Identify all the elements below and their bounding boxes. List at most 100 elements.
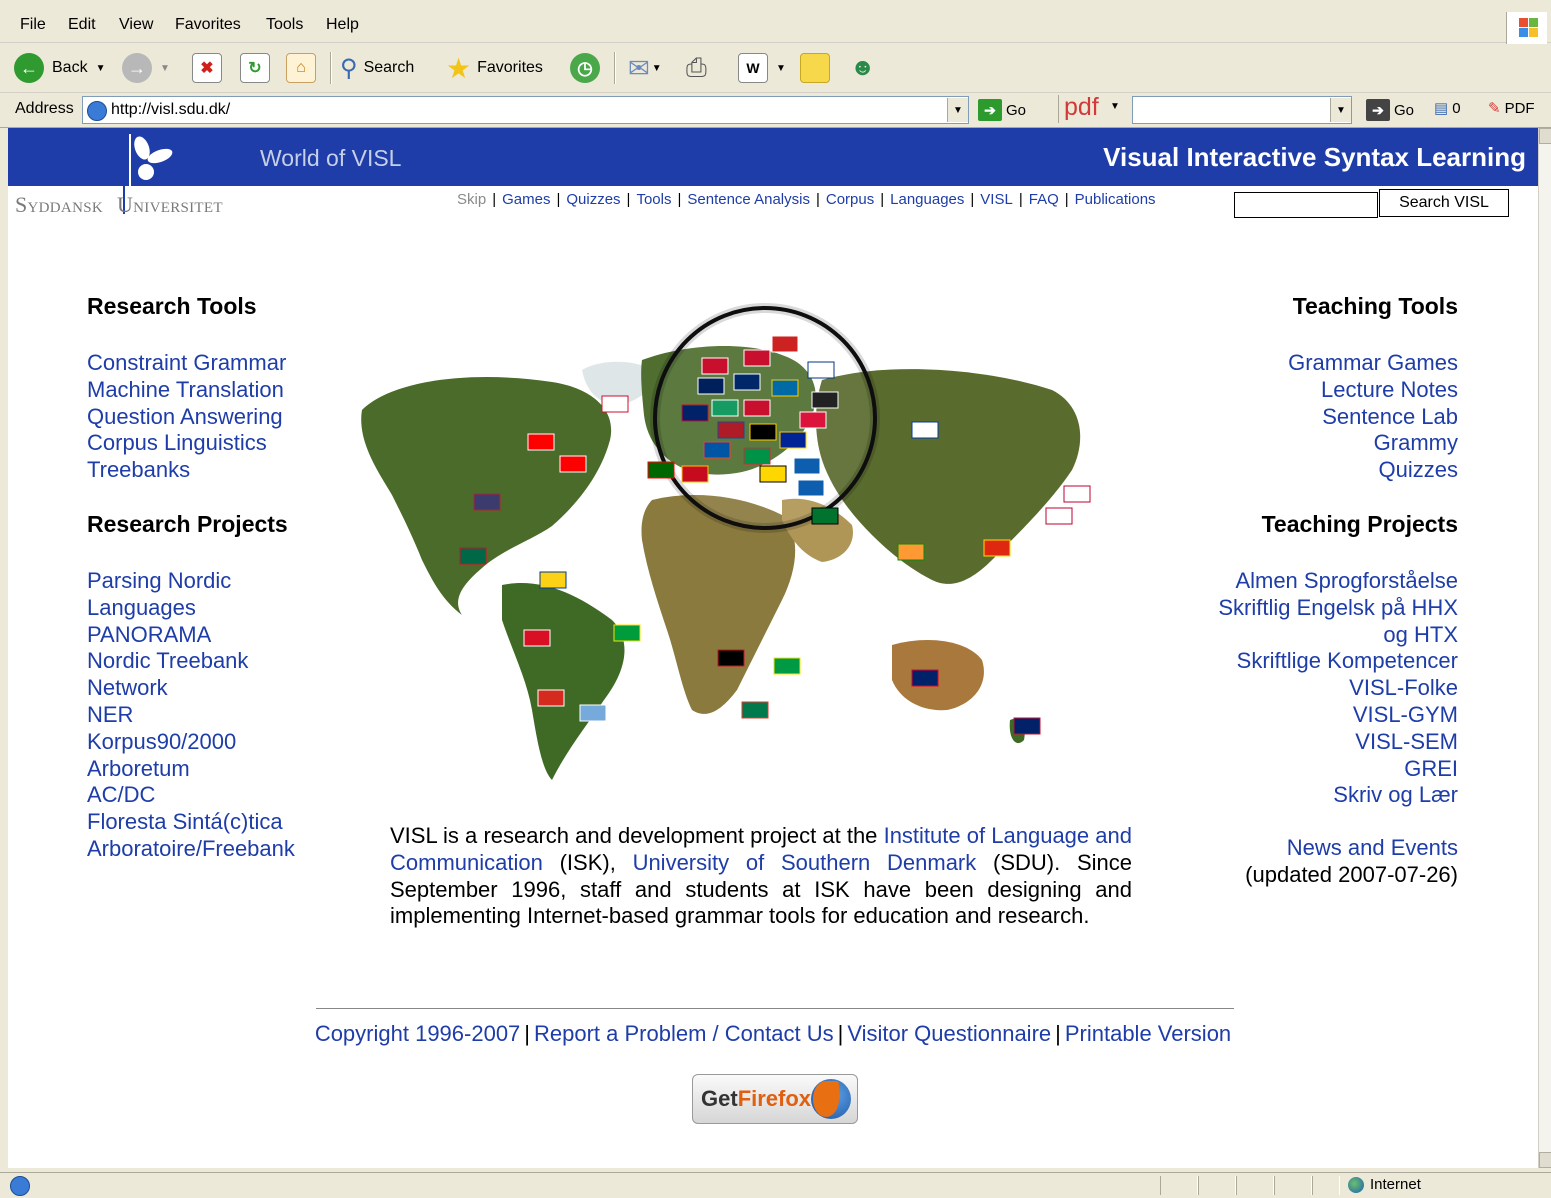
search-button[interactable]: ⚲ Search (340, 50, 414, 86)
nav-quizzes[interactable]: Quizzes (566, 191, 620, 208)
link-skriv-og-laer[interactable]: Skriv og Lær (1218, 782, 1458, 809)
link-ac-dc[interactable]: AC/DC (87, 782, 295, 809)
vertical-scrollbar[interactable] (1538, 128, 1551, 1168)
history-button[interactable]: ◷ (570, 50, 600, 86)
nav-corpus[interactable]: Corpus (826, 191, 874, 208)
map-flag (743, 399, 771, 417)
pdf-search-dropdown-icon[interactable]: ▼ (1330, 98, 1351, 122)
security-zone[interactable]: Internet (1348, 1176, 1421, 1193)
menu-tools[interactable]: Tools (266, 16, 303, 34)
link-visl-sem[interactable]: VISL-SEM (1218, 729, 1458, 756)
address-field[interactable]: http://visl.sdu.dk/ ▼ (82, 96, 969, 124)
menu-help[interactable]: Help (326, 16, 359, 34)
pdf-icon: ✎ (1488, 100, 1501, 117)
link-grammar-games[interactable]: Grammar Games (1288, 350, 1458, 377)
link-treebanks[interactable]: Treebanks (87, 457, 286, 484)
mail-dropdown-icon[interactable]: ▼ (652, 63, 662, 74)
scroll-down-arrow-icon[interactable] (1539, 1152, 1551, 1168)
nav-tools[interactable]: Tools (636, 191, 671, 208)
menu-edit[interactable]: Edit (68, 16, 96, 34)
link-panorama[interactable]: PANORAMA (87, 622, 295, 649)
sdu-logo-icon[interactable] (126, 134, 182, 186)
map-flag (601, 395, 629, 413)
favorites-button[interactable]: ★ Favorites (446, 50, 543, 86)
link-grei[interactable]: GREI (1218, 756, 1458, 783)
menu-favorites[interactable]: Favorites (175, 16, 241, 34)
link-question-answering[interactable]: Question Answering (87, 404, 286, 431)
site-search-input[interactable] (1234, 192, 1378, 218)
menu-view[interactable]: View (119, 16, 153, 34)
mail-button[interactable]: ✉ ▼ (628, 50, 662, 86)
map-flag (911, 421, 939, 439)
link-grammy[interactable]: Grammy (1288, 430, 1458, 457)
get-firefox-button[interactable]: GetFirefox (692, 1074, 858, 1124)
scroll-up-arrow-icon[interactable] (1539, 128, 1551, 144)
forward-button[interactable]: → ▼ (122, 50, 170, 86)
stop-button[interactable]: ✖ (192, 50, 222, 86)
menu-file[interactable]: File (20, 16, 46, 34)
go-button[interactable]: ➔ Go (978, 99, 1026, 121)
link-network[interactable]: Network (87, 675, 295, 702)
link-languages[interactable]: Languages (87, 595, 295, 622)
nav-publications[interactable]: Publications (1075, 191, 1156, 208)
link-almen-sprogforstaelse[interactable]: Almen Sprogforståelse (1218, 568, 1458, 595)
link-visl-folke[interactable]: VISL-Folke (1218, 675, 1458, 702)
refresh-button[interactable]: ↻ (240, 50, 270, 86)
star-icon: ★ (446, 52, 472, 84)
site-title: Visual Interactive Syntax Learning (1103, 142, 1526, 172)
link-arboretum[interactable]: Arboretum (87, 756, 295, 783)
forward-dropdown-icon[interactable]: ▼ (160, 63, 170, 74)
pdf-search-field[interactable]: ▼ (1132, 96, 1352, 124)
link-visitor-questionnaire[interactable]: Visitor Questionnaire (847, 1021, 1051, 1046)
nav-faq[interactable]: FAQ (1029, 191, 1059, 208)
link-corpus-linguistics[interactable]: Corpus Linguistics (87, 430, 286, 457)
link-visl-gym[interactable]: VISL-GYM (1218, 702, 1458, 729)
pdf-brand-dropdown-icon[interactable]: ▼ (1110, 101, 1120, 112)
link-floresta-sintactica[interactable]: Floresta Sintá(c)tica (87, 809, 295, 836)
link-constraint-grammar[interactable]: Constraint Grammar (87, 350, 286, 377)
world-map-flags[interactable] (352, 300, 1097, 800)
link-machine-translation[interactable]: Machine Translation (87, 377, 286, 404)
teaching-tools-list: Grammar Games Lecture Notes Sentence Lab… (1288, 350, 1458, 484)
address-dropdown-icon[interactable]: ▼ (947, 98, 968, 122)
link-news-and-events[interactable]: News and Events (1245, 835, 1458, 862)
link-korpus90-2000[interactable]: Korpus90/2000 (87, 729, 295, 756)
link-copyright[interactable]: Copyright 1996-2007 (315, 1021, 520, 1046)
home-button[interactable]: ⌂ (286, 50, 316, 86)
nav-languages[interactable]: Languages (890, 191, 964, 208)
link-arboratoire-freebank[interactable]: Arboratoire/Freebank (87, 836, 295, 863)
link-skriftlige-kompetencer[interactable]: Skriftlige Kompetencer (1218, 648, 1458, 675)
link-sentence-lab[interactable]: Sentence Lab (1288, 404, 1458, 431)
nav-skip[interactable]: Skip (457, 191, 486, 208)
edit-button[interactable]: W ▼ (738, 50, 786, 86)
edit-dropdown-icon[interactable]: ▼ (776, 63, 786, 74)
map-flag (733, 373, 761, 391)
nav-games[interactable]: Games (502, 191, 550, 208)
discuss-button[interactable] (800, 50, 830, 86)
back-button[interactable]: ← Back ▼ (14, 50, 105, 86)
pdf-button[interactable]: ✎ PDF (1488, 99, 1535, 118)
link-university-southern-denmark[interactable]: University of Southern Denmark (633, 850, 977, 875)
nav-sentence-analysis[interactable]: Sentence Analysis (687, 191, 810, 208)
link-report-problem[interactable]: Report a Problem / Contact Us (534, 1021, 834, 1046)
back-dropdown-icon[interactable]: ▼ (96, 63, 106, 74)
print-button[interactable]: ⎙ (686, 50, 707, 86)
link-nordic-treebank[interactable]: Nordic Treebank (87, 648, 295, 675)
link-og-htx[interactable]: og HTX (1218, 622, 1458, 649)
link-lecture-notes[interactable]: Lecture Notes (1288, 377, 1458, 404)
address-url[interactable]: http://visl.sdu.dk/ (111, 101, 230, 119)
counter-button[interactable]: ▤ 0 (1434, 99, 1461, 118)
map-flag (797, 479, 825, 497)
link-quizzes[interactable]: Quizzes (1288, 457, 1458, 484)
search-visl-button[interactable]: Search VISL (1379, 189, 1509, 217)
go-button-2[interactable]: ➔ Go (1366, 99, 1414, 121)
counter-value: 0 (1452, 99, 1461, 117)
link-parsing-nordic[interactable]: Parsing Nordic (87, 568, 295, 595)
nav-visl[interactable]: VISL (980, 191, 1013, 208)
messenger-button[interactable]: ☻ (850, 50, 875, 86)
link-ner[interactable]: NER (87, 702, 295, 729)
link-skriftlig-engelsk[interactable]: Skriftlig Engelsk på HHX (1218, 595, 1458, 622)
university-name[interactable]: Syddansk Universitet (15, 192, 223, 218)
link-printable-version[interactable]: Printable Version (1065, 1021, 1231, 1046)
search-label: Search (363, 59, 415, 76)
